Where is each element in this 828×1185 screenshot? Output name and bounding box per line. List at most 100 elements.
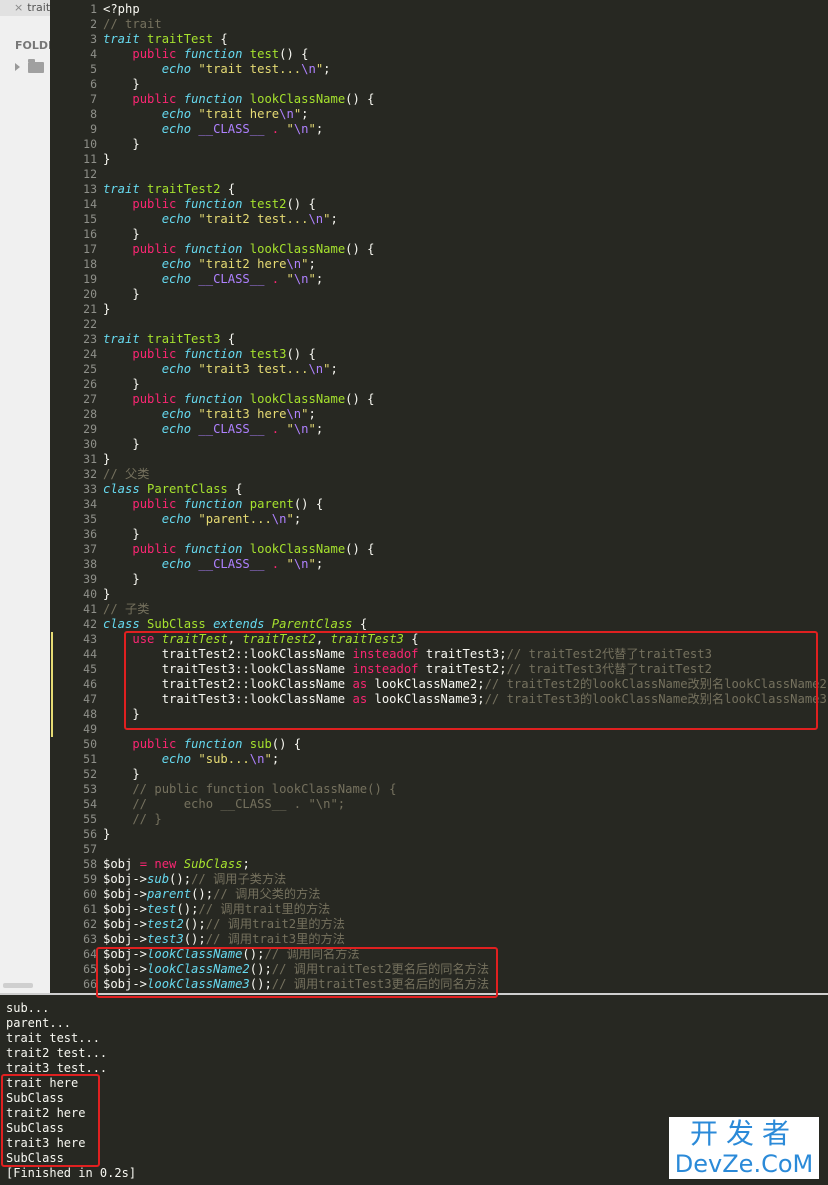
code-line[interactable]: $obj->test3();// 调用trait3里的方法 <box>103 932 345 947</box>
code-line[interactable]: public function lookClassName() { <box>103 392 375 407</box>
code-line[interactable]: echo __CLASS__ . "\n"; <box>103 557 324 572</box>
file-tab[interactable]: × trait <box>0 0 50 16</box>
code-token: function <box>183 347 243 361</box>
code-line[interactable]: } <box>103 527 139 542</box>
code-token: $obj-> <box>103 872 148 886</box>
code-token: () { <box>345 392 375 406</box>
code-token: ; <box>308 257 316 271</box>
code-token: echo <box>161 422 192 436</box>
code-token: } <box>103 587 111 601</box>
code-line[interactable]: // } <box>103 812 161 827</box>
code-line[interactable]: echo "sub...\n"; <box>103 752 279 767</box>
code-line[interactable]: echo "trait2 here\n"; <box>103 257 316 272</box>
code-line[interactable]: trait traitTest { <box>103 32 228 47</box>
code-token: "trait test... <box>198 62 302 76</box>
code-line[interactable]: // 子类 <box>103 602 149 617</box>
line-number: 54 <box>83 797 97 811</box>
code-line[interactable]: echo "trait3 test...\n"; <box>103 362 338 377</box>
close-icon[interactable]: × <box>14 1 23 14</box>
line-number: 20 <box>83 287 97 301</box>
line-number: 39 <box>83 572 97 586</box>
modified-line-marker <box>51 632 53 737</box>
code-token: " <box>308 422 316 436</box>
code-line[interactable]: class ParentClass { <box>103 482 242 497</box>
code-token: ; <box>242 857 250 871</box>
code-line[interactable]: } <box>103 572 139 587</box>
folders-heading: FOLDERS <box>15 39 50 52</box>
code-line[interactable]: } <box>103 152 110 167</box>
line-number: 57 <box>83 842 97 856</box>
code-line[interactable]: } <box>103 827 110 842</box>
code-line[interactable]: <?php <box>103 2 140 17</box>
code-token: SubClass <box>147 617 206 631</box>
code-token: class <box>103 482 140 496</box>
code-line[interactable]: } <box>103 437 139 452</box>
code-line[interactable]: $obj->parent();// 调用父类的方法 <box>103 887 320 902</box>
code-line[interactable]: echo __CLASS__ . "\n"; <box>103 122 324 137</box>
code-line[interactable]: public function lookClassName() { <box>103 542 375 557</box>
code-line[interactable]: } <box>103 137 140 152</box>
code-line[interactable]: // 父类 <box>103 467 149 482</box>
code-line[interactable]: echo "trait3 here\n"; <box>103 407 316 422</box>
code-line[interactable]: $obj->sub();// 调用子类方法 <box>103 872 286 887</box>
code-token: \n <box>293 272 309 286</box>
code-line[interactable]: } <box>103 587 110 602</box>
code-editor[interactable]: 1 2 3 4 5 6 7 8 9 10 11 12 13 14 15 16 17 18 19 20 21 22 23 24 2… <box>50 0 828 993</box>
code-line[interactable]: $obj->test();// 调用trait里的方法 <box>103 902 330 917</box>
code-token: { <box>220 332 236 346</box>
code-line[interactable]: } <box>103 377 139 392</box>
code-line[interactable]: echo __CLASS__ . "\n"; <box>103 422 324 437</box>
code-token: function <box>183 542 243 556</box>
code-line[interactable]: trait traitTest2 { <box>103 182 235 197</box>
code-line[interactable]: // echo __CLASS__ . "\n"; <box>103 797 345 812</box>
code-token: public <box>132 542 177 556</box>
line-number: 56 <box>83 827 97 841</box>
code-line[interactable]: } <box>103 452 110 467</box>
code-token: } <box>103 137 140 151</box>
code-line[interactable]: public function test3() { <box>103 347 315 362</box>
line-number: 35 <box>83 512 97 526</box>
line-number: 53 <box>83 782 97 796</box>
code-token: test3 <box>147 932 184 946</box>
code-token: function <box>183 47 243 61</box>
code-line[interactable]: } <box>103 227 139 242</box>
sidebar-scrollbar[interactable] <box>3 983 33 988</box>
code-token: trait <box>103 32 140 46</box>
code-line[interactable]: public function parent() { <box>103 497 323 512</box>
code-line[interactable]: public function sub() { <box>103 737 301 752</box>
code-line[interactable]: public function test() { <box>103 47 308 62</box>
folder-row[interactable] <box>15 59 50 75</box>
code-line[interactable]: // trait <box>103 17 162 32</box>
code-line[interactable]: public function lookClassName() { <box>103 92 375 107</box>
code-token: () { <box>345 542 375 556</box>
code-line[interactable]: public function lookClassName() { <box>103 242 374 257</box>
line-number: 1 <box>90 2 97 16</box>
code-line[interactable]: echo "parent...\n"; <box>103 512 301 527</box>
code-token: (); <box>176 902 199 916</box>
code-line[interactable]: } <box>103 287 139 302</box>
chevron-right-icon[interactable] <box>15 63 20 71</box>
code-line[interactable]: $obj->test2();// 调用trait2里的方法 <box>103 917 345 932</box>
sidebar: × trait FOLDERS <box>0 0 50 995</box>
code-line[interactable]: } <box>103 302 110 317</box>
code-line[interactable]: $obj = new SubClass; <box>103 857 250 872</box>
code-token: (); <box>183 932 206 946</box>
code-line[interactable]: } <box>103 767 139 782</box>
code-line[interactable]: echo __CLASS__ . "\n"; <box>103 272 324 287</box>
code-line[interactable]: echo "trait2 test...\n"; <box>103 212 338 227</box>
code-line[interactable]: echo "trait here\n"; <box>103 107 309 122</box>
code-line[interactable]: echo "trait test...\n"; <box>103 62 331 77</box>
code-line[interactable]: class SubClass extends ParentClass { <box>103 617 367 632</box>
code-line[interactable]: // public function lookClassName() { <box>103 782 396 797</box>
code-token: () { <box>345 92 375 106</box>
code-line[interactable]: } <box>103 77 139 92</box>
code-line[interactable]: public function test2() { <box>103 197 315 212</box>
code-token: echo <box>161 107 192 121</box>
code-token: extends <box>213 617 265 631</box>
code-line[interactable]: trait traitTest3 { <box>103 332 235 347</box>
